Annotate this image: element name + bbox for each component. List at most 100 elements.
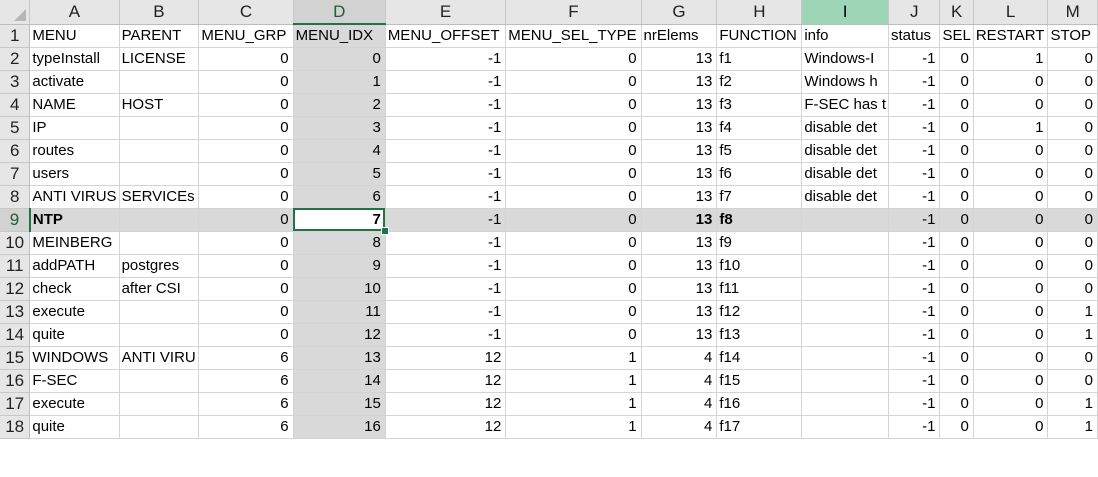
cell-e12[interactable]: -1	[385, 277, 507, 301]
row-header[interactable]: 14	[0, 323, 31, 347]
column-header-a[interactable]: A	[29, 0, 120, 25]
cell-m3[interactable]: 0	[1047, 70, 1098, 94]
cell-e7[interactable]: -1	[385, 162, 507, 186]
cell-e4[interactable]: -1	[385, 93, 507, 117]
cell-h2[interactable]: f1	[716, 47, 803, 71]
cell-g1[interactable]: nrElems	[641, 24, 718, 48]
cell-l11[interactable]: 0	[973, 254, 1049, 278]
cell-b8[interactable]: SERVICEs	[119, 185, 200, 209]
cell-f2[interactable]: 0	[505, 47, 642, 71]
cell-m5[interactable]: 0	[1047, 116, 1098, 140]
cell-m10[interactable]: 0	[1047, 231, 1098, 255]
cell-k14[interactable]: 0	[939, 323, 974, 347]
cell-b6[interactable]	[119, 139, 200, 163]
cell-a5[interactable]: IP	[29, 116, 120, 140]
cell-c17[interactable]: 6	[198, 392, 294, 416]
cell-i7[interactable]: disable det	[801, 162, 890, 186]
cell-a18[interactable]: quite	[29, 415, 120, 439]
cell-k10[interactable]: 0	[939, 231, 974, 255]
cell-k1[interactable]: SEL	[939, 24, 974, 48]
cell-j14[interactable]: -1	[888, 323, 941, 347]
cell-f6[interactable]: 0	[505, 139, 642, 163]
cell-e15[interactable]: 12	[385, 346, 507, 370]
cell-k2[interactable]: 0	[939, 47, 974, 71]
cell-m16[interactable]: 0	[1047, 369, 1098, 393]
cell-j5[interactable]: -1	[888, 116, 941, 140]
cell-m2[interactable]: 0	[1047, 47, 1098, 71]
cell-f10[interactable]: 0	[505, 231, 642, 255]
column-header-m[interactable]: M	[1047, 0, 1098, 25]
cell-l14[interactable]: 0	[973, 323, 1049, 347]
cell-f17[interactable]: 1	[505, 392, 642, 416]
cell-m17[interactable]: 1	[1047, 392, 1098, 416]
cell-g8[interactable]: 13	[641, 185, 718, 209]
row-header[interactable]: 7	[0, 162, 31, 186]
cell-h16[interactable]: f15	[716, 369, 803, 393]
cell-i16[interactable]	[801, 369, 890, 393]
cell-g13[interactable]: 13	[641, 300, 718, 324]
cell-c5[interactable]: 0	[198, 116, 294, 140]
cell-l18[interactable]: 0	[973, 415, 1049, 439]
cell-l4[interactable]: 0	[973, 93, 1049, 117]
cell-b2[interactable]: LICENSE	[119, 47, 200, 71]
cell-l5[interactable]: 1	[973, 116, 1049, 140]
cell-h14[interactable]: f13	[716, 323, 803, 347]
cell-d5[interactable]: 3	[293, 116, 386, 140]
cell-b10[interactable]	[119, 231, 200, 255]
cell-k17[interactable]: 0	[939, 392, 974, 416]
cell-j9[interactable]: -1	[888, 208, 941, 232]
column-header-g[interactable]: G	[641, 0, 718, 25]
cell-m1[interactable]: STOP	[1047, 24, 1098, 48]
cell-h7[interactable]: f6	[716, 162, 803, 186]
cell-a12[interactable]: check	[29, 277, 120, 301]
cell-c7[interactable]: 0	[198, 162, 294, 186]
cell-j12[interactable]: -1	[888, 277, 941, 301]
cell-j8[interactable]: -1	[888, 185, 941, 209]
cell-k13[interactable]: 0	[939, 300, 974, 324]
cell-h15[interactable]: f14	[716, 346, 803, 370]
cell-c18[interactable]: 6	[198, 415, 294, 439]
cell-i6[interactable]: disable det	[801, 139, 890, 163]
column-header-j[interactable]: J	[888, 0, 941, 25]
cell-a6[interactable]: routes	[29, 139, 120, 163]
cell-e5[interactable]: -1	[385, 116, 507, 140]
cell-l17[interactable]: 0	[973, 392, 1049, 416]
cell-h10[interactable]: f9	[716, 231, 803, 255]
column-header-c[interactable]: C	[198, 0, 294, 25]
cell-e14[interactable]: -1	[385, 323, 507, 347]
cell-g14[interactable]: 13	[641, 323, 718, 347]
row-header[interactable]: 16	[0, 369, 31, 393]
cell-d15[interactable]: 13	[293, 346, 386, 370]
row-header[interactable]: 10	[0, 231, 31, 255]
select-all-corner[interactable]	[0, 0, 31, 25]
cell-k6[interactable]: 0	[939, 139, 974, 163]
row-header[interactable]: 3	[0, 70, 31, 94]
cell-f13[interactable]: 0	[505, 300, 642, 324]
cell-j1[interactable]: status	[888, 24, 941, 48]
cell-e1[interactable]: MENU_OFFSET	[385, 24, 507, 48]
cell-k7[interactable]: 0	[939, 162, 974, 186]
cell-i5[interactable]: disable det	[801, 116, 890, 140]
cell-l1[interactable]: RESTART	[973, 24, 1049, 48]
row-header[interactable]: 11	[0, 254, 31, 278]
cell-b17[interactable]	[119, 392, 200, 416]
cell-i8[interactable]: disable det	[801, 185, 890, 209]
cell-a17[interactable]: execute	[29, 392, 120, 416]
cell-f15[interactable]: 1	[505, 346, 642, 370]
cell-b5[interactable]	[119, 116, 200, 140]
cell-e16[interactable]: 12	[385, 369, 507, 393]
cell-f4[interactable]: 0	[505, 93, 642, 117]
cell-d16[interactable]: 14	[293, 369, 386, 393]
cell-l7[interactable]: 0	[973, 162, 1049, 186]
cell-f11[interactable]: 0	[505, 254, 642, 278]
cell-d14[interactable]: 12	[293, 323, 386, 347]
cell-m6[interactable]: 0	[1047, 139, 1098, 163]
cell-m14[interactable]: 1	[1047, 323, 1098, 347]
cell-c16[interactable]: 6	[198, 369, 294, 393]
cell-d9[interactable]: 7	[293, 208, 386, 232]
cell-h5[interactable]: f4	[716, 116, 803, 140]
cell-a8[interactable]: ANTI VIRUS	[29, 185, 120, 209]
cell-a15[interactable]: WINDOWS	[29, 346, 120, 370]
cell-a4[interactable]: NAME	[29, 93, 120, 117]
cell-b15[interactable]: ANTI VIRU	[119, 346, 200, 370]
